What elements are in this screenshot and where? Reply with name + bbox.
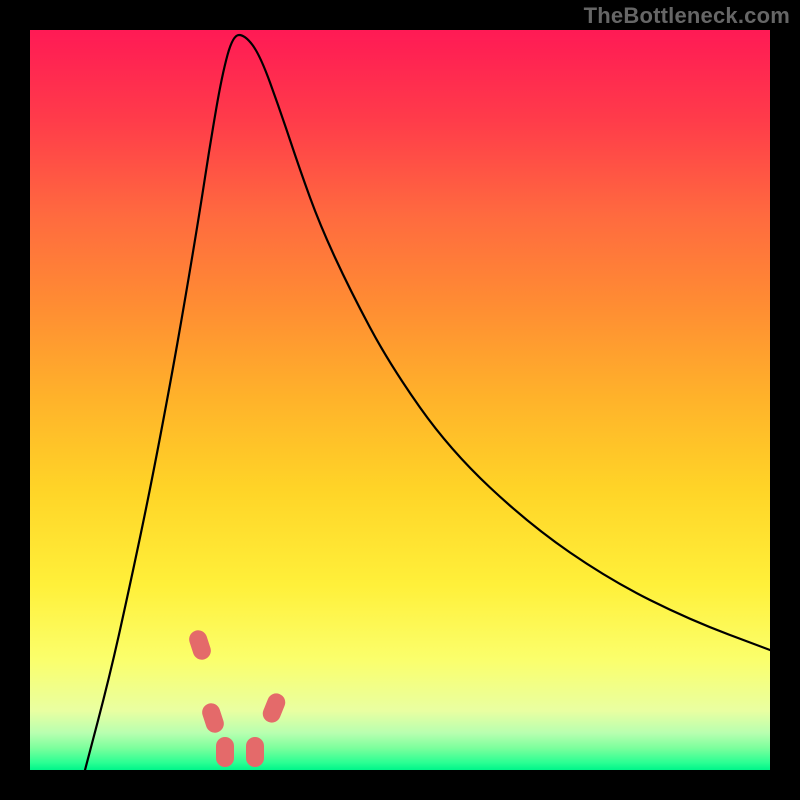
plot-area [30, 30, 770, 770]
curve-marker [216, 737, 234, 767]
curve-marker [246, 737, 264, 767]
chart-stage: TheBottleneck.com [0, 0, 800, 800]
watermark-text: TheBottleneck.com [584, 3, 790, 29]
bottleneck-curve [30, 30, 770, 770]
